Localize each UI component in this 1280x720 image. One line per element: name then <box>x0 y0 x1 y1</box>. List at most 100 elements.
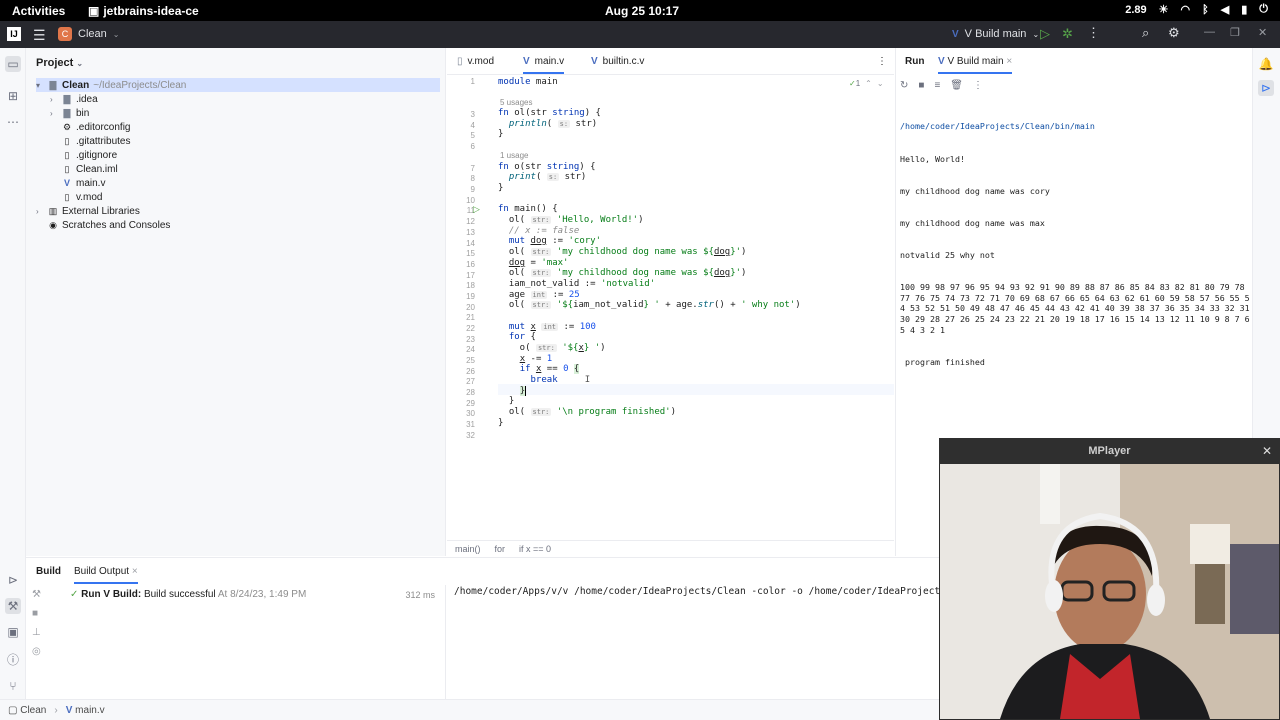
project-tool-icon[interactable]: ▭ <box>5 56 21 72</box>
minimize-icon[interactable]: — <box>1204 26 1215 38</box>
app-menu[interactable]: ▣ jetbrains-idea-ce <box>88 4 199 18</box>
rerun-icon[interactable]: ↻ <box>900 80 908 91</box>
search-icon[interactable]: ⌕ <box>1142 25 1149 41</box>
project-switcher-label: Clean <box>78 28 107 40</box>
tab-label: v.mod <box>467 56 495 67</box>
tree-item-scratches[interactable]: ◉ Scratches and Consoles <box>48 218 170 232</box>
build-result-title: Run V Build: <box>81 589 142 600</box>
left-tool-strip: ▭ ⊞ ⋯ ⊳ ⚒ ▣ ⓘ ⑂ <box>0 48 26 699</box>
console-output[interactable]: /home/coder/IdeaProjects/Clean/bin/main … <box>900 100 1250 389</box>
power-icon: ⏻ <box>1259 3 1268 15</box>
tree-item-external-libraries[interactable]: › ▥ External Libraries <box>36 204 140 218</box>
eye-icon[interactable]: ◎ <box>32 646 41 657</box>
tree-item-gitattributes[interactable]: ▯ .gitattributes <box>62 134 131 148</box>
settings-gear-icon[interactable]: ⚙ <box>1168 25 1180 41</box>
build-result-row[interactable]: ✓ Run V Build: Build successful At 8/24/… <box>70 589 306 600</box>
tab-v-mod[interactable]: ▯ v.mod <box>457 56 494 67</box>
close-icon[interactable]: × <box>1006 56 1012 67</box>
restore-layout-icon[interactable]: ≡ <box>934 80 940 91</box>
mplayer-window[interactable]: MPlayer ✕ <box>939 438 1280 720</box>
code-line: module main <box>498 77 558 87</box>
tab-run-config-label: V Build main <box>947 56 1004 67</box>
file-icon: ▯ <box>64 136 70 146</box>
tree-item-main-v[interactable]: Vmain.v <box>62 176 105 190</box>
debug-icon[interactable]: ✲ <box>1062 26 1073 42</box>
more-actions-icon[interactable]: ⋮ <box>1087 25 1100 41</box>
tree-item-gitignore[interactable]: ▯ .gitignore <box>62 148 118 162</box>
library-icon: ▥ <box>48 206 58 216</box>
run-icon[interactable]: ▷ <box>1040 26 1050 42</box>
status-crumb[interactable]: V main.v <box>66 705 105 716</box>
tab-builtin-c-v[interactable]: Vbuiltin.c.v <box>591 56 644 67</box>
clear-icon[interactable]: 🗑 <box>950 80 963 91</box>
run-config-label: V Build main <box>964 28 1027 40</box>
build-panel-title: Build <box>36 566 61 577</box>
tree-item-v-mod[interactable]: ▯ v.mod <box>62 190 103 204</box>
close-icon[interactable]: ✕ <box>1262 444 1272 458</box>
tree-root[interactable]: ▾ ▇ Clean ~/IdeaProjects/Clean <box>36 78 440 92</box>
tree-item-bin[interactable]: › ▇ bin <box>50 106 89 120</box>
main-menu-icon[interactable]: ☰ <box>33 27 46 44</box>
structure-tool-icon[interactable]: ⊞ <box>5 88 21 104</box>
pin-icon[interactable]: ⊥ <box>32 627 41 638</box>
code-editor: ▯ v.mod Vmain.v Vbuiltin.c.v ⋮ ✓1 ⌃ ⌄ 1 345… <box>447 48 894 556</box>
system-tray[interactable]: 2.89 ☀ ◠ ᛒ ◀ ▮ ⏻ <box>1125 3 1268 16</box>
build-result-text: Build successful <box>143 589 216 600</box>
folder-icon: ▇ <box>63 108 71 118</box>
close-window-icon[interactable]: ✕ <box>1258 26 1267 39</box>
run-config-selector[interactable]: V V Build main ⌄ <box>952 28 1039 40</box>
run-gutter-icon[interactable]: ▷ <box>473 204 480 215</box>
activities-button[interactable]: Activities <box>12 4 65 18</box>
git-icon[interactable]: ⑂ <box>5 678 21 694</box>
tree-item-label: main.v <box>76 177 106 189</box>
code-line: } <box>498 129 504 139</box>
scratches-icon: ◉ <box>49 220 57 230</box>
gnome-top-bar: Activities ▣ jetbrains-idea-ce Aug 25 10:… <box>0 0 1280 21</box>
project-panel-title[interactable]: Project ⌄ <box>36 57 83 69</box>
tab-main-v[interactable]: Vmain.v <box>523 56 565 74</box>
inspection-widget[interactable]: ✓1 ⌃ ⌄ <box>849 79 884 88</box>
status-crumb-label: Clean <box>20 704 47 716</box>
more-icon[interactable]: ⋮ <box>973 80 983 91</box>
run-tool-icon[interactable]: ⊳ <box>5 572 21 588</box>
file-icon: ▯ <box>64 150 70 160</box>
tab-more-icon[interactable]: ⋮ <box>877 56 887 67</box>
problems-icon[interactable]: ⓘ <box>5 652 21 668</box>
project-switcher[interactable]: C Clean ⌄ <box>58 27 119 41</box>
console-line: my childhood dog name was max <box>900 217 1045 228</box>
tree-item-idea[interactable]: › ▇ .idea <box>50 92 98 106</box>
more-tools-icon[interactable]: ⋯ <box>5 114 21 130</box>
console-path: /home/coder/IdeaProjects/Clean/bin/main <box>900 121 1095 132</box>
stop-icon[interactable]: ■ <box>32 608 41 619</box>
build-hammer-icon[interactable]: ⚒ <box>32 589 41 600</box>
code-line: } <box>498 418 504 428</box>
build-tool-icon[interactable]: ⚒ <box>5 598 21 614</box>
maximize-icon[interactable]: ❐ <box>1230 26 1240 39</box>
chevron-up-icon: ⌃ <box>865 79 872 88</box>
usages-hint[interactable]: 1 usage <box>500 151 528 160</box>
tree-item-iml[interactable]: ▯ Clean.iml <box>62 162 118 176</box>
breadcrumb-item[interactable]: for <box>495 544 506 554</box>
code-line: break I <box>530 375 591 385</box>
run-tool-icon[interactable]: ⊳ <box>1258 80 1274 96</box>
webcam-frame <box>940 464 1279 719</box>
breadcrumb-item[interactable]: if x == 0 <box>519 544 551 554</box>
tree-item-editorconfig[interactable]: ⚙ .editorconfig <box>62 120 131 134</box>
bluetooth-icon: ᛒ <box>1202 3 1209 16</box>
usages-hint[interactable]: 5 usages <box>500 98 532 107</box>
tree-item-label: .idea <box>76 93 98 105</box>
close-icon[interactable]: × <box>132 566 138 577</box>
terminal-icon[interactable]: ▣ <box>5 624 21 640</box>
stop-icon[interactable]: ■ <box>918 80 924 91</box>
tab-run-config[interactable]: V V Build main × <box>938 56 1013 74</box>
file-icon: ▯ <box>64 192 70 202</box>
clock[interactable]: Aug 25 10:17 <box>605 4 679 18</box>
code-line: for { <box>508 332 536 342</box>
breadcrumb-item[interactable]: main() <box>455 544 481 554</box>
status-crumb[interactable]: ▢ Clean <box>8 705 46 716</box>
tab-build-output[interactable]: Build Output × <box>74 566 138 584</box>
check-icon: ✓ <box>849 79 856 88</box>
code-line: } <box>498 396 515 406</box>
build-command[interactable]: /home/coder/Apps/v/v /home/coder/IdeaPro… <box>454 586 974 597</box>
notifications-icon[interactable]: 🔔 <box>1258 56 1274 72</box>
